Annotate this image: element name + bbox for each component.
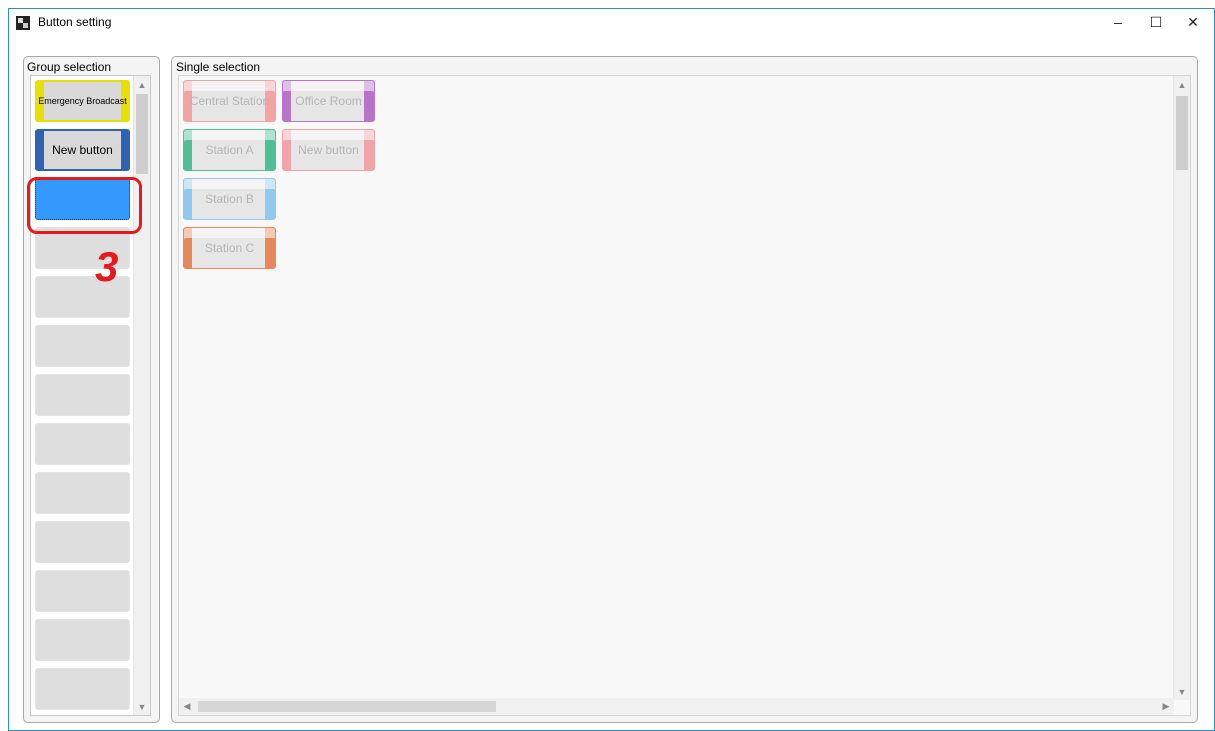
single-button-area: Central Station Office Room Station A New b… xyxy=(178,75,1191,716)
window-content: Group selection Emergency Broadcast New b… xyxy=(9,35,1214,730)
empty-group-slot[interactable] xyxy=(35,374,130,416)
app-icon xyxy=(16,16,30,30)
close-button[interactable]: ✕ xyxy=(1174,9,1212,35)
empty-group-slot[interactable] xyxy=(35,472,130,514)
single-button[interactable]: Station C xyxy=(183,227,276,269)
empty-group-slot[interactable] xyxy=(35,668,130,710)
single-area-horizontal-scrollbar[interactable]: ◀ ▶ xyxy=(179,698,1174,715)
group-selection-box: Group selection Emergency Broadcast New b… xyxy=(23,56,160,723)
single-button[interactable]: New button xyxy=(282,129,375,171)
button-setting-window: Button setting – ☐ ✕ Group selection Eme… xyxy=(8,8,1215,731)
single-button[interactable]: Station B xyxy=(183,178,276,220)
minimize-button[interactable]: – xyxy=(1099,9,1137,35)
empty-group-slot[interactable] xyxy=(35,619,130,661)
single-selection-label: Single selection xyxy=(176,60,261,74)
step-callout: 3 xyxy=(95,243,119,290)
group-button[interactable]: Emergency Broadcast xyxy=(35,80,130,122)
empty-group-slot[interactable] xyxy=(35,570,130,612)
single-button[interactable]: Station A xyxy=(183,129,276,171)
empty-group-slot[interactable] xyxy=(35,325,130,367)
empty-group-slot[interactable] xyxy=(35,521,130,563)
scroll-right-icon[interactable]: ▶ xyxy=(1158,698,1174,715)
scrollbar-thumb[interactable] xyxy=(198,701,496,712)
single-selection-box: Single selection Central Station Office R… xyxy=(171,56,1198,723)
highlight-box xyxy=(27,177,142,234)
scrollbar-thumb[interactable] xyxy=(136,94,148,174)
maximize-button[interactable]: ☐ xyxy=(1137,9,1175,35)
scrollbar-thumb[interactable] xyxy=(1176,96,1188,170)
window-title: Button setting xyxy=(38,15,112,29)
group-list-scrollbar[interactable]: ▲ ▼ xyxy=(133,76,150,715)
single-button[interactable]: Office Room xyxy=(282,80,375,122)
group-selection-label: Group selection xyxy=(27,60,112,74)
group-button[interactable]: New button xyxy=(35,129,130,171)
scroll-down-icon[interactable]: ▼ xyxy=(134,698,150,715)
title-bar[interactable]: Button setting – ☐ ✕ xyxy=(9,9,1214,35)
scroll-left-icon[interactable]: ◀ xyxy=(179,698,195,715)
single-area-vertical-scrollbar[interactable]: ▲ ▼ xyxy=(1173,76,1190,700)
scroll-up-icon[interactable]: ▲ xyxy=(1174,76,1190,93)
scroll-up-icon[interactable]: ▲ xyxy=(134,76,150,93)
single-button[interactable]: Central Station xyxy=(183,80,276,122)
group-button-list: Emergency Broadcast New button ▲ ▼ xyxy=(30,75,151,716)
empty-group-slot[interactable] xyxy=(35,423,130,465)
scroll-down-icon[interactable]: ▼ xyxy=(1174,683,1190,700)
